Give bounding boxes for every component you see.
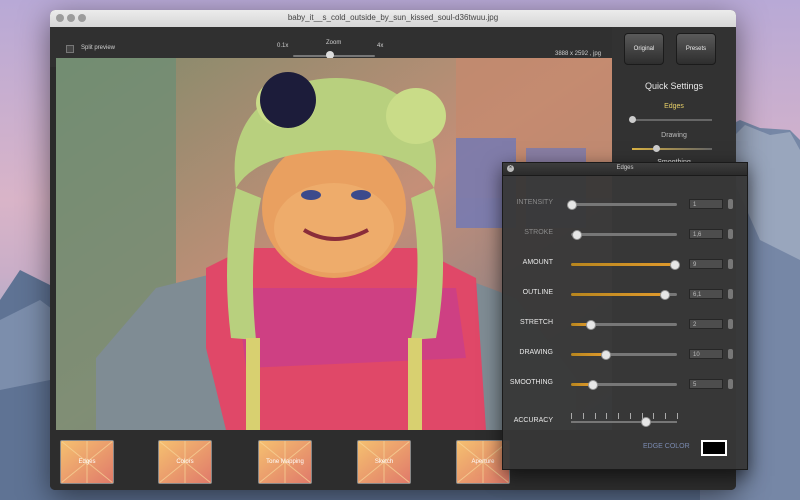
edges-row-label: STROKE	[524, 229, 553, 236]
accuracy-tick	[665, 413, 667, 419]
edges-row-label: OUTLINE	[522, 289, 553, 296]
quick-edges-slider[interactable]	[632, 119, 712, 121]
accuracy-tick	[582, 413, 584, 419]
edges-row-slider[interactable]	[571, 263, 677, 266]
edges-row-slider[interactable]	[571, 383, 677, 386]
accuracy-knob[interactable]	[641, 417, 652, 427]
edges-row-knob[interactable]	[600, 350, 611, 360]
quick-drawing-slider[interactable]	[632, 148, 712, 150]
edges-row-label: SMOOTHING	[509, 379, 553, 386]
edges-row-label: DRAWING	[519, 349, 553, 356]
preset-label: Edges	[78, 459, 96, 465]
split-preview-checkbox[interactable]	[66, 45, 74, 53]
quick-settings-title: Quick Settings	[644, 81, 704, 91]
edge-color-label: EDGE COLOR	[643, 443, 690, 450]
edges-row-label: INTENSITY	[516, 199, 553, 206]
edges-row-value[interactable]: 1,6	[689, 229, 723, 239]
edges-row-stepper[interactable]	[728, 319, 733, 329]
edges-row-label: STRETCH	[519, 319, 553, 326]
edges-panel-header: × Edges	[503, 163, 747, 176]
accuracy-slider-track[interactable]	[571, 421, 677, 423]
edges-row-slider[interactable]	[571, 233, 677, 236]
accuracy-tick	[653, 413, 655, 419]
image-info: 3888 x 2592 , jpg	[555, 51, 602, 57]
edges-row-stepper[interactable]	[728, 259, 733, 269]
edges-row-knob[interactable]	[572, 230, 583, 240]
edges-row-knob[interactable]	[586, 320, 597, 330]
zoom-label: Zoom	[326, 40, 342, 46]
accuracy-tick	[677, 413, 678, 419]
edges-row-label: AMOUNT	[522, 259, 553, 266]
edges-row-stepper[interactable]	[728, 379, 733, 389]
edges-row-value[interactable]: 2	[689, 319, 723, 329]
split-preview-label: Split preview	[81, 45, 116, 51]
edge-color-swatch[interactable]	[701, 440, 727, 456]
accuracy-label: ACCURACY	[513, 417, 553, 424]
quick-drawing-knob[interactable]	[653, 145, 660, 152]
preset-thumbnail[interactable]: Tone Mapping	[258, 440, 312, 484]
preset-thumbnail[interactable]: Colors	[158, 440, 212, 484]
accuracy-tick	[571, 413, 572, 419]
quick-edges-label: Edges	[664, 103, 684, 110]
edges-row-stepper[interactable]	[728, 199, 733, 209]
edges-row-value[interactable]: 6,1	[689, 289, 723, 299]
edges-row-knob[interactable]	[567, 200, 577, 210]
preset-thumbnail[interactable]: Edges	[60, 440, 114, 484]
zoom-min-label: 0.1x	[277, 43, 289, 49]
accuracy-tick	[629, 413, 631, 419]
edges-row-value[interactable]: 5	[689, 379, 723, 389]
edges-row-knob[interactable]	[588, 380, 599, 390]
edges-row-slider[interactable]	[571, 203, 677, 206]
preset-thumbnail[interactable]: Sketch	[357, 440, 411, 484]
accuracy-slider[interactable]	[571, 413, 678, 427]
edges-row-stepper[interactable]	[728, 289, 733, 299]
edges-panel-title: Edges	[616, 165, 634, 171]
presets-button[interactable]: Presets	[676, 33, 716, 65]
original-button[interactable]: Original	[624, 33, 664, 65]
accuracy-tick	[606, 413, 608, 419]
window-title: baby_it__s_cold_outside_by_sun_kissed_so…	[287, 13, 499, 22]
preset-label: Sketch	[374, 459, 394, 465]
edges-panel: × Edges INTENSITY 1 STROKE 1,6 AMOUNT 9 OUTLIN…	[502, 162, 748, 470]
preset-label: Tone Mapping	[266, 459, 304, 465]
zoom-slider-track[interactable]	[293, 55, 375, 57]
accuracy-tick	[594, 413, 596, 419]
edges-row-stepper[interactable]	[728, 349, 733, 359]
edges-row-value[interactable]: 9	[689, 259, 723, 269]
title-bar: baby_it__s_cold_outside_by_sun_kissed_so…	[50, 10, 736, 28]
accuracy-tick	[618, 413, 620, 419]
edges-row-knob[interactable]	[669, 260, 680, 270]
edges-row-value[interactable]: 10	[689, 349, 723, 359]
quick-edges-knob[interactable]	[629, 116, 636, 123]
edges-row-value[interactable]: 1	[689, 199, 723, 209]
edges-row-slider[interactable]	[571, 353, 677, 356]
zoom-max-label: 4x	[377, 43, 384, 49]
edges-row-knob[interactable]	[660, 290, 671, 300]
quick-drawing-label: Drawing	[661, 132, 687, 139]
preset-label: Colors	[176, 459, 194, 465]
edges-row-stepper[interactable]	[728, 229, 733, 239]
